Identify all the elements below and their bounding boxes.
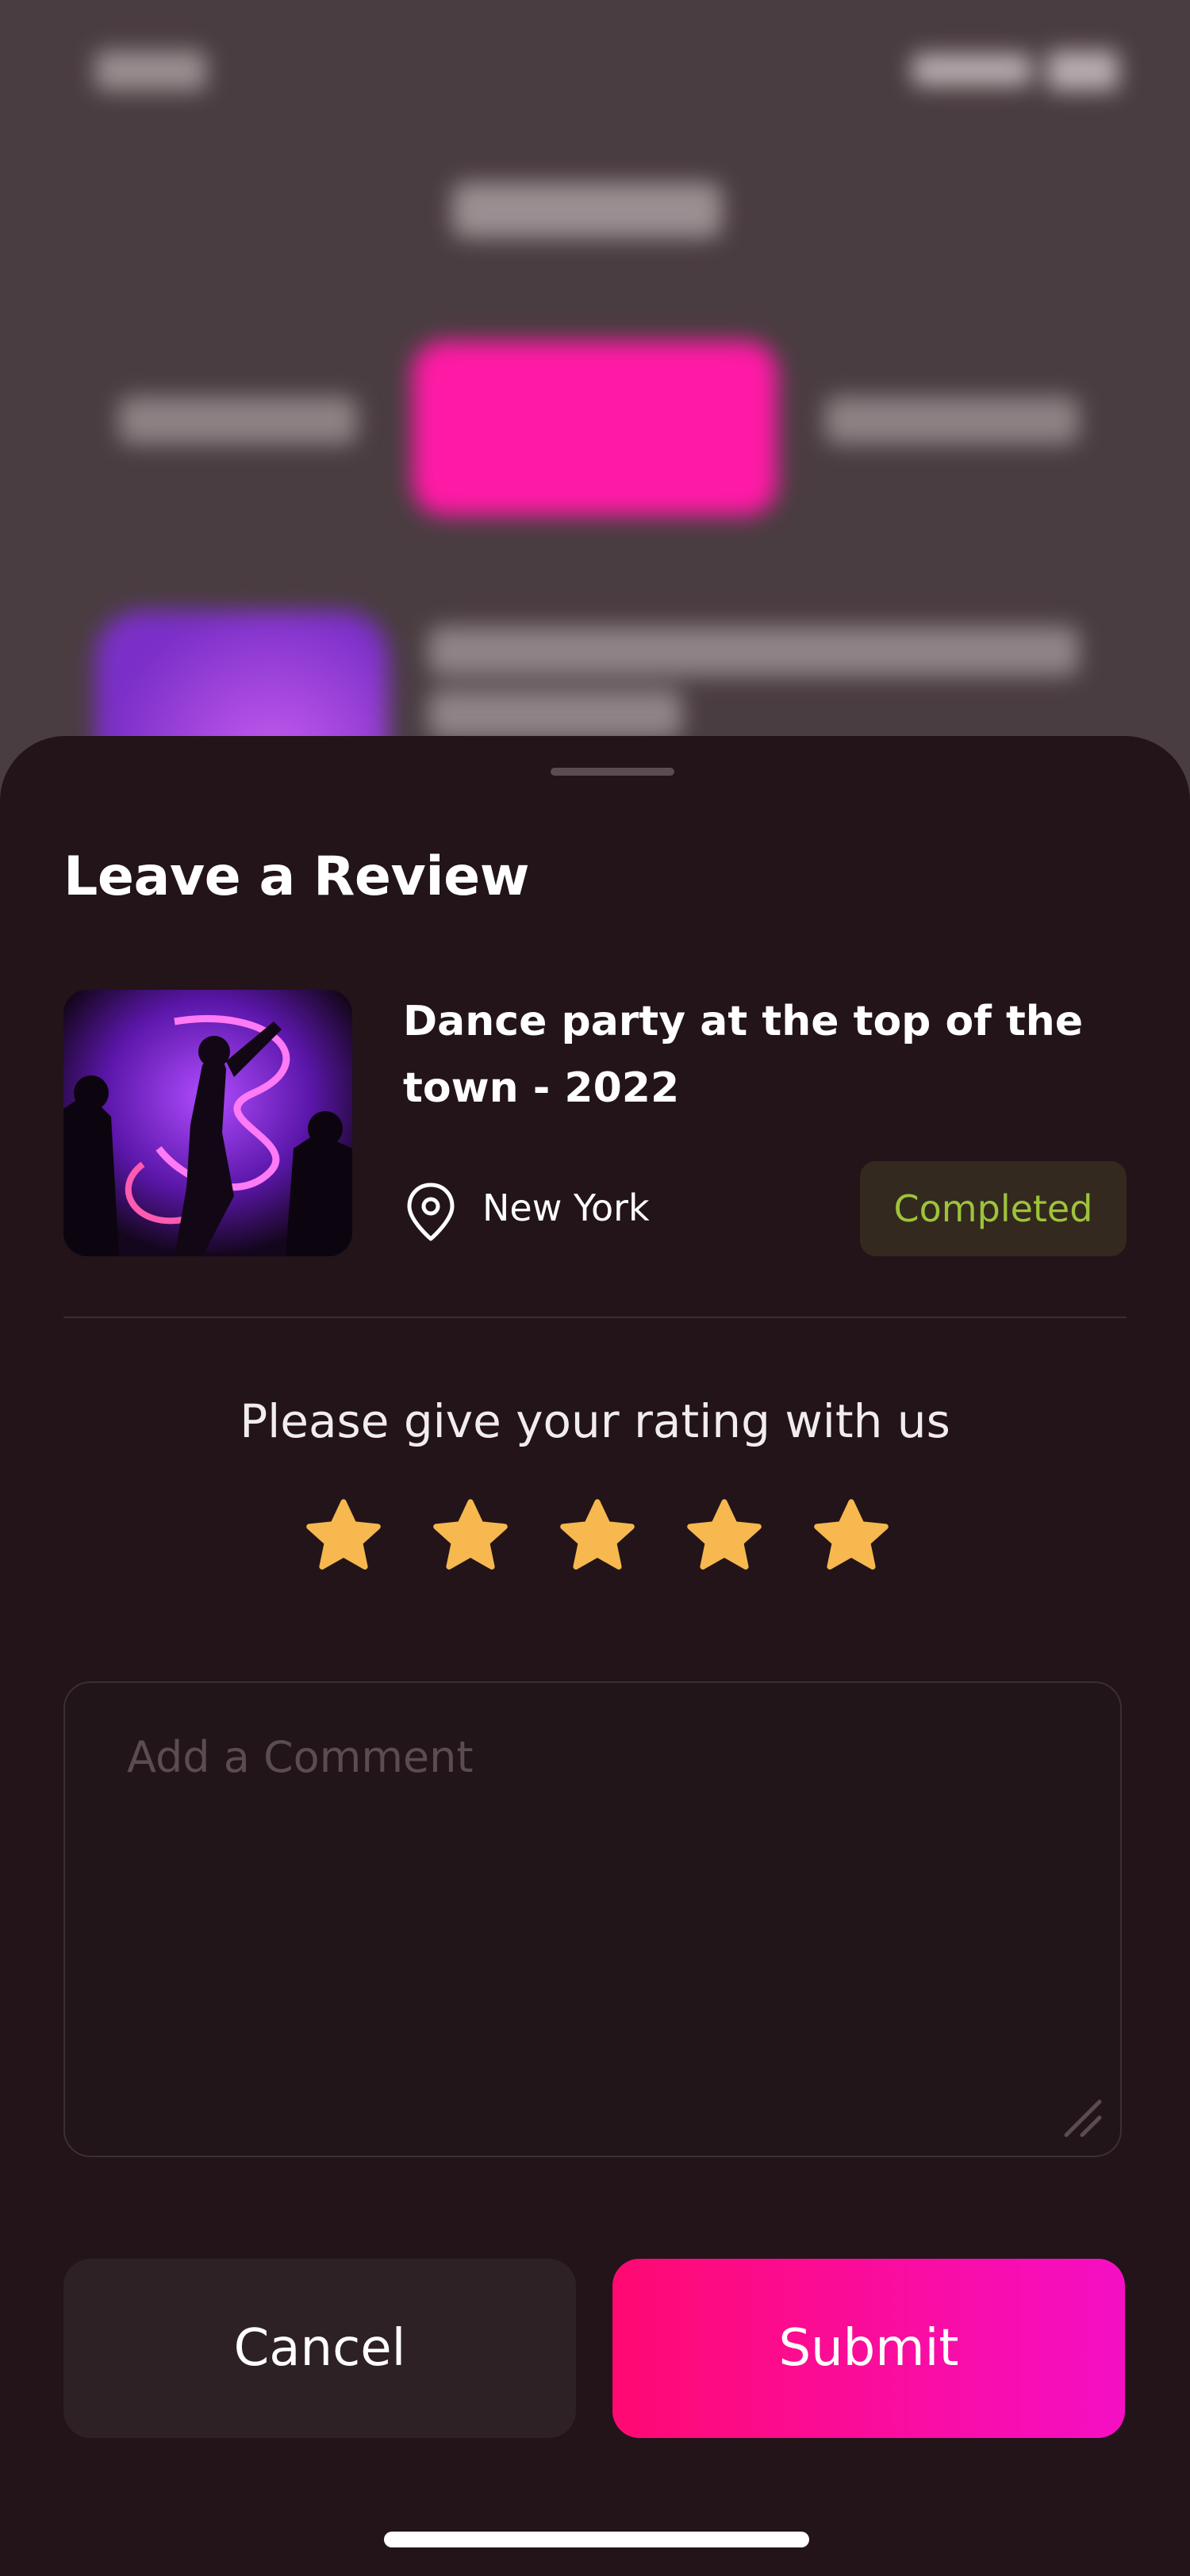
star-icon[interactable]: [427, 1494, 514, 1580]
background-tab: [119, 397, 357, 444]
star-icon[interactable]: [681, 1494, 768, 1580]
rating-prompt: Please give your rating with us: [240, 1394, 950, 1448]
status-badge: Completed: [860, 1161, 1127, 1256]
event-title: Dance party at the top of the town - 202…: [403, 998, 1084, 1112]
location-pin-icon: [407, 1183, 455, 1241]
sheet-drag-handle[interactable]: [551, 768, 674, 776]
event-image: [63, 990, 352, 1256]
comment-input[interactable]: [125, 1731, 1041, 2099]
star-rating[interactable]: [300, 1494, 895, 1581]
comment-field[interactable]: [63, 1681, 1122, 2157]
status-bar-icons: [912, 48, 1119, 95]
background-title: [452, 182, 722, 238]
star-icon[interactable]: [808, 1494, 895, 1580]
background-text: [428, 690, 682, 739]
home-indicator: [384, 2532, 809, 2547]
background-text: [428, 627, 1079, 676]
submit-button[interactable]: Submit: [612, 2259, 1125, 2438]
resize-grip-icon[interactable]: [1060, 2095, 1104, 2140]
background-tab: [825, 397, 1079, 444]
star-icon[interactable]: [554, 1494, 641, 1580]
cancel-button[interactable]: Cancel: [63, 2259, 576, 2438]
review-bottom-sheet: Leave a Review Dance party at the top of…: [0, 736, 1190, 2576]
star-icon[interactable]: [300, 1494, 387, 1580]
event-location: New York: [482, 1186, 650, 1229]
neon-party-image: [63, 990, 352, 1256]
background-tab-active: [413, 341, 777, 516]
divider: [63, 1317, 1127, 1318]
sheet-title: Leave a Review: [63, 845, 530, 908]
status-bar-time: [95, 51, 206, 90]
